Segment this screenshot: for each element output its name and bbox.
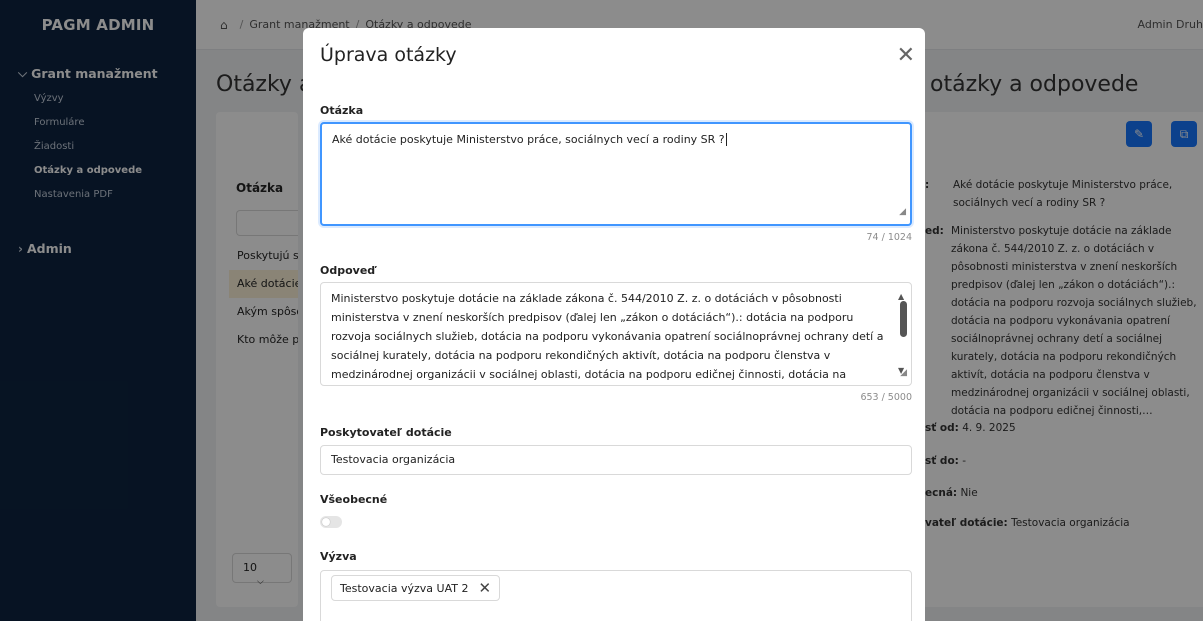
modal-title: Úprava otázky: [320, 44, 457, 66]
edit-question-modal: Úprava otázky ✕ Otázka Aké dotácie posky…: [303, 28, 925, 621]
resize-handle-icon[interactable]: ◢: [899, 203, 906, 222]
call-tag-label: Testovacia výzva UAT 2: [340, 581, 469, 595]
general-label: Všeobecné: [320, 493, 388, 506]
scrollbar-thumb[interactable]: [900, 301, 907, 337]
question-text: Aké dotácie poskytuje Ministerstvo práce…: [332, 133, 725, 146]
call-label: Výzva: [320, 550, 357, 563]
answer-counter: 653 / 5000: [860, 392, 912, 403]
general-toggle[interactable]: [320, 516, 342, 528]
provider-field[interactable]: Testovacia organizácia: [320, 445, 912, 475]
text-caret: [725, 133, 727, 146]
answer-textarea[interactable]: Ministerstvo poskytuje dotácie na základ…: [320, 282, 912, 386]
resize-handle-icon[interactable]: ◢: [900, 364, 907, 383]
question-label: Otázka: [320, 104, 364, 117]
toggle-knob: [322, 518, 330, 526]
answer-text: Ministerstvo poskytuje dotácie na základ…: [331, 292, 884, 381]
close-icon[interactable]: ✕: [897, 44, 915, 68]
answer-scrollbar[interactable]: ▲ ▼: [898, 287, 908, 375]
answer-label: Odpoveď: [320, 264, 376, 277]
question-textarea[interactable]: Aké dotácie poskytuje Ministerstvo práce…: [320, 122, 912, 226]
remove-tag-icon[interactable]: ✕: [478, 579, 491, 597]
provider-label: Poskytovateľ dotácie: [320, 426, 452, 439]
call-select[interactable]: Testovacia výzva UAT 2 ✕: [320, 570, 912, 621]
question-counter: 74 / 1024: [866, 232, 912, 243]
call-tag: Testovacia výzva UAT 2 ✕: [331, 575, 501, 601]
